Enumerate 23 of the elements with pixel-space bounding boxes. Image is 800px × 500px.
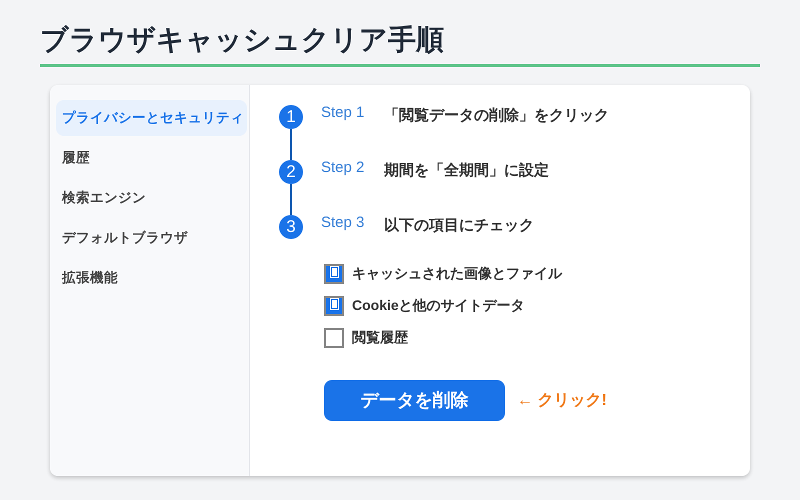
step-number: 2 [279, 160, 303, 184]
sidebar-item[interactable]: デフォルトブラウザ [56, 220, 247, 256]
step-number: 1 [279, 105, 303, 129]
checkbox[interactable] [324, 296, 344, 316]
sidebar-item[interactable]: 履歴 [56, 140, 247, 176]
step-label: Step 3 [321, 213, 366, 233]
checkbox-label: 閲覧履歴 [352, 328, 408, 347]
step-label: Step 2 [321, 158, 366, 178]
step-label: Step 1 [321, 103, 366, 123]
checkbox-label: Cookieと他のサイトデータ [352, 296, 525, 315]
click-hint: ← クリック! [517, 390, 607, 410]
delete-data-button[interactable]: データを削除 [324, 380, 505, 421]
sidebar-item[interactable]: 拡張機能 [56, 260, 247, 296]
step-text: 期間を「全期間」に設定 [384, 161, 549, 181]
step-text: 以下の項目にチェック [384, 216, 534, 236]
sidebar-item[interactable]: プライバシーとセキュリティ [56, 100, 247, 136]
sidebar-item[interactable]: 検索エンジン [56, 180, 247, 216]
checkbox-label: キャッシュされた画像とファイル [352, 264, 562, 283]
step-text: 「閲覧データの削除」をクリック [384, 106, 609, 126]
checkbox[interactable] [324, 328, 344, 348]
page-title: ブラウザキャッシュクリア手順 [40, 23, 444, 57]
checkbox[interactable] [324, 264, 344, 284]
step-number: 3 [279, 215, 303, 239]
